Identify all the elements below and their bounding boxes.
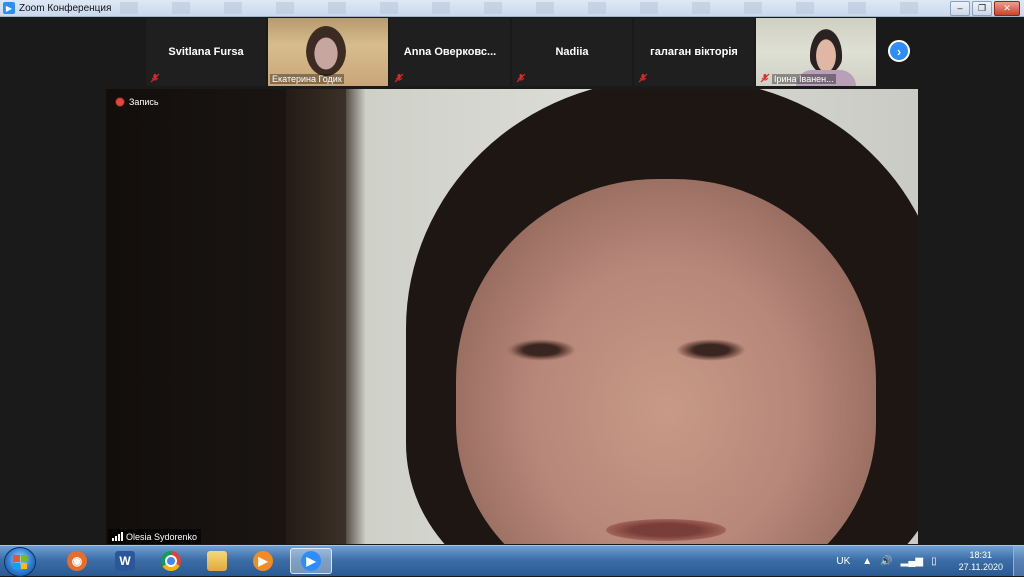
recording-label: Запись (129, 97, 159, 107)
network-icon[interactable]: ▂▄▆ (901, 556, 923, 567)
participant-tile-video[interactable]: Ірина Іванен... (756, 18, 876, 86)
windows-logo-icon (13, 555, 27, 569)
video-person-eye-right (676, 339, 746, 361)
taskbar-app-chrome[interactable] (150, 548, 192, 574)
zoom-icon: ▶ (3, 2, 15, 14)
speaker-name-tag: Olesia Sydorenko (108, 529, 202, 544)
background-windows (120, 2, 920, 14)
video-person-eye-left (506, 339, 576, 361)
taskbar-app-eye[interactable]: ◉ (56, 548, 98, 574)
clock-time: 18:31 (969, 550, 993, 560)
maximize-button[interactable]: ❐ (972, 1, 992, 16)
participant-video (306, 26, 346, 76)
taskbar-app-zoom[interactable]: ▶ (290, 548, 332, 574)
participant-video (808, 26, 844, 74)
eye-icon: ◉ (67, 551, 87, 571)
clock[interactable]: 18:31 27.11.2020 (959, 549, 1003, 573)
participant-tile[interactable]: Nadiia (512, 18, 632, 86)
close-button[interactable]: ✕ (994, 1, 1020, 16)
muted-mic-icon (760, 73, 770, 83)
active-speaker-video[interactable]: Запись Olesia Sydorenko (106, 89, 918, 544)
show-desktop-button[interactable] (1013, 546, 1024, 576)
taskbar-app-explorer[interactable] (196, 548, 238, 574)
window-controls: – ❐ ✕ (950, 1, 1020, 16)
window-titlebar: ▶ Zoom Конференция – ❐ ✕ (0, 0, 1024, 17)
start-button[interactable] (4, 547, 36, 577)
muted-mic-icon (150, 73, 160, 83)
language-indicator[interactable]: UK (836, 556, 850, 567)
video-person-face (456, 179, 876, 544)
video-background-door (286, 89, 346, 544)
system-tray: UK ▲ 🔊 ▂▄▆ ▯ 18:31 27.11.2020 (836, 546, 1024, 576)
battery-icon[interactable]: ▯ (931, 556, 937, 567)
window-title: Zoom Конференция (19, 2, 112, 14)
zoom-video-icon: ▶ (301, 551, 321, 571)
video-person-mouth (606, 519, 726, 541)
taskbar-app-media[interactable]: ▶ (242, 548, 284, 574)
participant-tile[interactable]: Svitlana Fursa (146, 18, 266, 86)
participant-name: Nadiia (555, 46, 589, 58)
participant-name: Ірина Іванен... (772, 74, 836, 84)
clock-date: 27.11.2020 (958, 562, 1003, 572)
participant-tile-video[interactable]: Екатерина Годик (268, 18, 388, 86)
speaker-name: Olesia Sydorenko (126, 531, 198, 542)
participant-strip: Svitlana Fursa Екатерина Годик Anna Овер… (146, 18, 876, 86)
participant-name: Svitlana Fursa (168, 46, 244, 58)
show-hidden-icons[interactable]: ▲ (862, 556, 872, 567)
participant-name: Anna Оверковс... (403, 46, 497, 58)
taskbar: ◉ W ▶ ▶ UK ▲ 🔊 ▂▄▆ ▯ 18:31 27.11.2020 (0, 545, 1024, 577)
participant-tile[interactable]: галаган вікторія (634, 18, 754, 86)
word-icon: W (115, 551, 135, 571)
recording-dot-icon (116, 98, 124, 106)
participant-name: галаган вікторія (650, 46, 738, 58)
media-player-icon: ▶ (253, 551, 273, 571)
recording-indicator[interactable]: Запись (116, 97, 159, 107)
next-page-button[interactable]: › (888, 40, 910, 62)
participant-name: Екатерина Годик (270, 74, 344, 84)
taskbar-app-word[interactable]: W (104, 548, 146, 574)
folder-icon (207, 551, 227, 571)
muted-mic-icon (394, 73, 404, 83)
speaker-icon[interactable]: 🔊 (880, 556, 892, 567)
chrome-icon (161, 551, 181, 571)
participant-tile[interactable]: Anna Оверковс... (390, 18, 510, 86)
signal-strength-icon (112, 532, 123, 541)
muted-mic-icon (516, 73, 526, 83)
muted-mic-icon (638, 73, 648, 83)
minimize-button[interactable]: – (950, 1, 970, 16)
